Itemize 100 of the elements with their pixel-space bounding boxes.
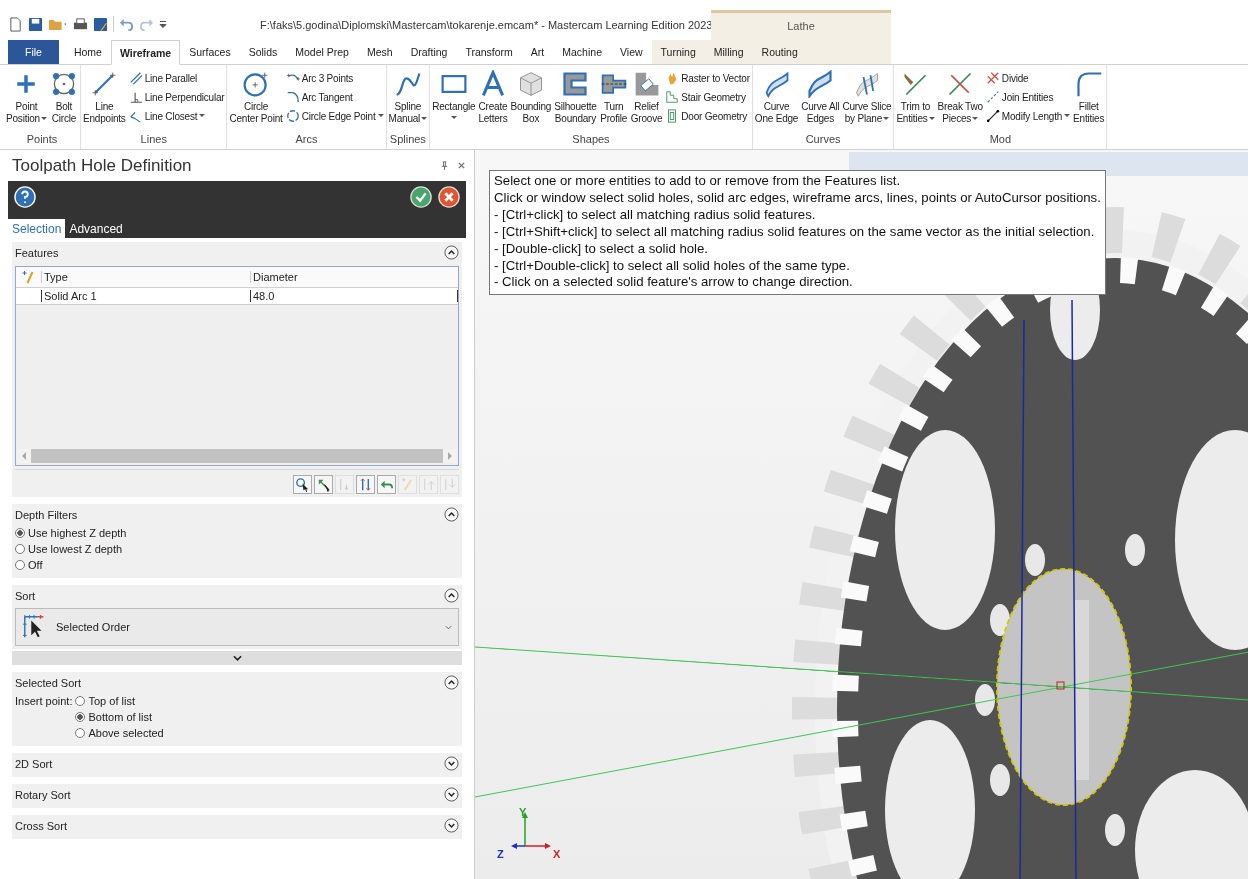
ribbon-button[interactable]: Create Letters <box>477 68 509 127</box>
save-icon[interactable] <box>28 16 43 32</box>
new-file-icon[interactable] <box>8 16 23 32</box>
arc-tangent-icon <box>285 90 300 104</box>
tooltip-line: - [Ctrl+Double-click] to select all solid holes of the same type. <box>494 257 851 275</box>
save-as-icon[interactable] <box>93 16 108 32</box>
collapse-chevron-icon[interactable] <box>444 675 459 690</box>
panel-tab[interactable]: Selection <box>8 219 66 238</box>
edit-pencil-icon <box>400 477 415 492</box>
ribbon-tab[interactable]: Mesh <box>357 40 402 64</box>
ribbon-button[interactable]: Stair Geometry <box>664 89 751 105</box>
radio-button[interactable] <box>15 528 25 538</box>
ribbon-button[interactable]: Door Geometry <box>664 108 751 124</box>
ribbon-button[interactable]: Arc 3 Points <box>284 70 385 86</box>
ribbon-button[interactable]: Break Two Pieces <box>936 68 984 127</box>
collapse-chevron-icon[interactable] <box>444 507 459 522</box>
ribbon-tab[interactable]: Transform <box>456 40 522 64</box>
ribbon-button[interactable]: Silhouette Boundary <box>553 68 598 127</box>
ribbon-button[interactable]: Line Closest <box>127 108 226 124</box>
ribbon-button[interactable]: Curve All Edges <box>800 68 841 127</box>
caret-icon <box>883 117 890 121</box>
ribbon-button[interactable]: Join Entities <box>984 89 1072 105</box>
ribbon-tab[interactable]: Home <box>64 40 111 64</box>
ok-check-icon[interactable] <box>410 186 432 208</box>
cancel-x-icon[interactable] <box>438 186 460 208</box>
ribbon-tab[interactable]: Art <box>521 40 554 64</box>
ribbon-button[interactable]: Trim to Entities <box>895 68 936 127</box>
help-icon[interactable] <box>14 186 36 208</box>
section-title: Rotary Sort <box>15 788 72 801</box>
ribbon-button[interactable]: Curve One Edge <box>753 68 800 127</box>
ribbon-button[interactable]: Circle Center Point <box>228 68 284 127</box>
sort-dropdown[interactable]: Selected Order <box>15 608 459 646</box>
radio-button[interactable] <box>15 544 25 554</box>
section-title: Selected Sort <box>15 676 83 689</box>
reverse-arrows-icon <box>358 477 373 492</box>
line-closest-icon <box>128 109 143 123</box>
radio-option[interactable]: Use lowest Z depth <box>15 543 459 555</box>
radio-button[interactable] <box>15 560 25 570</box>
ribbon-button[interactable]: Relief Groove <box>629 68 664 127</box>
ribbon-button[interactable]: Line Perpendicular <box>127 89 226 105</box>
radio-option[interactable]: Top of list <box>75 695 164 707</box>
ribbon-tab[interactable]: View <box>611 40 652 64</box>
undo-icon[interactable] <box>119 16 134 32</box>
ribbon-tab[interactable]: Turning <box>651 40 705 64</box>
section-title: Features <box>15 246 60 259</box>
pin-icon[interactable] <box>440 161 449 170</box>
tooltip-line: Click or window select solid holes, solid arc edges, wireframe arcs, lines, points or AutoCursor positions. <box>494 189 1101 207</box>
ribbon-tab[interactable]: Model Prep <box>286 40 358 64</box>
ribbon-tab[interactable]: Solids <box>239 40 287 64</box>
ribbon-button[interactable]: Point Position <box>5 68 48 127</box>
radio-option[interactable]: Bottom of list <box>75 711 164 723</box>
section-title: Sort <box>15 589 37 602</box>
ribbon-button[interactable]: Line Endpoints <box>82 68 127 127</box>
ribbon-button[interactable]: Circle Edge Point <box>284 108 385 124</box>
radio-option[interactable]: Use highest Z depth <box>15 527 459 539</box>
caret-icon <box>41 117 47 121</box>
group-label: Mod <box>988 132 1013 147</box>
ribbon-button[interactable]: Arc Tangent <box>284 89 385 105</box>
ribbon-button[interactable]: Raster to Vector <box>664 70 751 86</box>
surface-edges-icon <box>806 70 835 98</box>
close-icon[interactable] <box>457 161 466 170</box>
ribbon-tab[interactable]: Machine <box>553 40 611 64</box>
expand-chevron-icon[interactable] <box>444 787 459 802</box>
radio-button[interactable] <box>75 696 86 706</box>
panel-tab[interactable]: Advanced <box>65 219 127 238</box>
group-label: Lines <box>139 132 168 147</box>
dashed-circle-icon <box>285 109 300 123</box>
ribbon-button[interactable]: Turn Profile <box>598 68 629 127</box>
ribbon-button[interactable]: Divide <box>984 70 1072 86</box>
ribbon-tab[interactable]: Drafting <box>401 40 457 64</box>
stairs-icon <box>665 90 680 104</box>
group-label: Points <box>25 132 59 147</box>
radio-button[interactable] <box>75 712 86 722</box>
caret-icon <box>199 114 206 118</box>
collapse-chevron-icon[interactable] <box>444 245 459 260</box>
ribbon-button[interactable]: Bounding Box <box>509 68 553 127</box>
bolt-circle-icon <box>50 70 78 98</box>
ribbon-button[interactable]: Modify Length <box>984 108 1072 124</box>
ribbon-button[interactable]: Fillet Entities <box>1072 68 1106 127</box>
column-header[interactable]: Diameter <box>250 271 458 283</box>
radio-option[interactable]: Off <box>15 559 459 571</box>
ribbon-button[interactable]: Rectangle <box>431 68 477 122</box>
radio-option[interactable]: Above selected <box>75 727 164 739</box>
radio-button[interactable] <box>75 728 86 738</box>
column-header[interactable]: Type <box>41 271 250 283</box>
print-icon[interactable] <box>73 16 88 32</box>
toolbar-button[interactable] <box>314 475 333 494</box>
ribbon-button[interactable]: Bolt Circle <box>49 68 79 127</box>
ribbon-button[interactable]: Spline Manual <box>387 68 429 127</box>
expand-chevron-icon[interactable] <box>444 756 459 771</box>
ribbon-button[interactable]: Line Parallel <box>127 70 226 86</box>
caret-icon <box>421 117 428 121</box>
collapse-chevron-icon[interactable] <box>444 588 459 603</box>
ribbon-tab[interactable]: File <box>8 40 59 64</box>
chevron-down-icon <box>232 655 242 661</box>
toolbar-button[interactable] <box>293 475 312 494</box>
expand-chevron-icon[interactable] <box>444 818 459 833</box>
ribbon-button[interactable]: Curve Slice by Plane <box>841 68 893 127</box>
ribbon-tab[interactable]: Surfaces <box>180 40 240 64</box>
ribbon-tab[interactable]: Wireframe <box>110 40 181 65</box>
